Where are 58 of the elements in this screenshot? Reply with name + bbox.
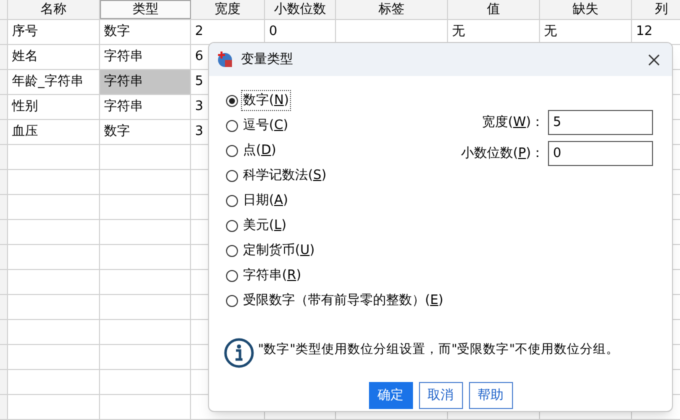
input-field[interactable]: 5 [548,110,653,135]
row-header[interactable] [0,345,8,369]
radio-button[interactable] [226,144,238,156]
row-header[interactable] [0,245,8,269]
table-cell: 姓名 [8,45,100,69]
row-header[interactable] [0,370,8,394]
row-header[interactable] [0,45,8,69]
radio-button[interactable] [226,120,238,132]
table-cell: 数字 [100,120,191,144]
table-cell: 字符串 [100,95,191,119]
radio-button[interactable] [226,170,238,182]
radio-option[interactable]: 字符串(R) [226,263,461,288]
row-header[interactable] [0,145,8,169]
row-header[interactable] [0,220,8,244]
row-header[interactable] [0,195,8,219]
table-cell: 字符串 [100,70,191,94]
field-label: 宽度(W)： [482,114,544,132]
dialog-button[interactable]: 确定 [368,382,412,409]
field-label: 小数位数(P)： [461,144,544,163]
row-header[interactable] [0,295,8,319]
table-cell: 性别 [8,95,100,119]
row-header[interactable] [0,70,8,94]
column-header[interactable]: 缺失 [540,0,632,19]
info-icon [224,338,254,368]
radio-option[interactable]: 定制货币(U) [226,238,461,263]
radio-option[interactable]: 受限数字（带有前导零的整数）(E) [226,288,461,313]
row-header[interactable] [0,20,8,44]
dialog-button[interactable]: 取消 [418,382,462,409]
radio-button[interactable] [226,194,238,206]
radio-button[interactable] [226,244,238,256]
radio-option[interactable]: 美元(L) [226,213,461,238]
row-header[interactable] [0,395,8,419]
radio-option[interactable]: 科学记数法(S) [226,163,461,188]
app-icon [217,51,233,68]
row-header[interactable] [0,120,8,144]
column-header[interactable]: 宽度 [191,0,265,19]
row-header[interactable] [0,320,8,344]
info-text: "数字"类型使用数位分组设置，而"受限数字"不使用数位分组。 [258,340,619,358]
radio-button[interactable] [226,94,238,106]
radio-button[interactable] [226,270,238,282]
table-cell: 血压 [8,120,100,144]
row-header[interactable] [0,95,8,119]
table-cell: 序号 [8,20,100,44]
dialog-button[interactable]: 帮助 [468,382,512,409]
radio-option[interactable]: 日期(A) [226,188,461,213]
radio-button[interactable] [226,294,238,306]
row-header[interactable] [0,270,8,294]
column-header[interactable]: 标签 [336,0,448,19]
column-header[interactable]: 值 [448,0,540,19]
column-header[interactable]: 小数位数 [265,0,336,19]
input-field[interactable]: 0 [548,141,653,166]
radio-button[interactable] [226,220,238,232]
column-header[interactable]: 类型 [100,0,191,19]
row-header[interactable] [0,170,8,194]
table-cell: 数字 [100,20,191,44]
column-header[interactable]: 列 [632,0,680,19]
close-icon[interactable] [648,54,660,66]
table-cell: 字符串 [100,45,191,69]
